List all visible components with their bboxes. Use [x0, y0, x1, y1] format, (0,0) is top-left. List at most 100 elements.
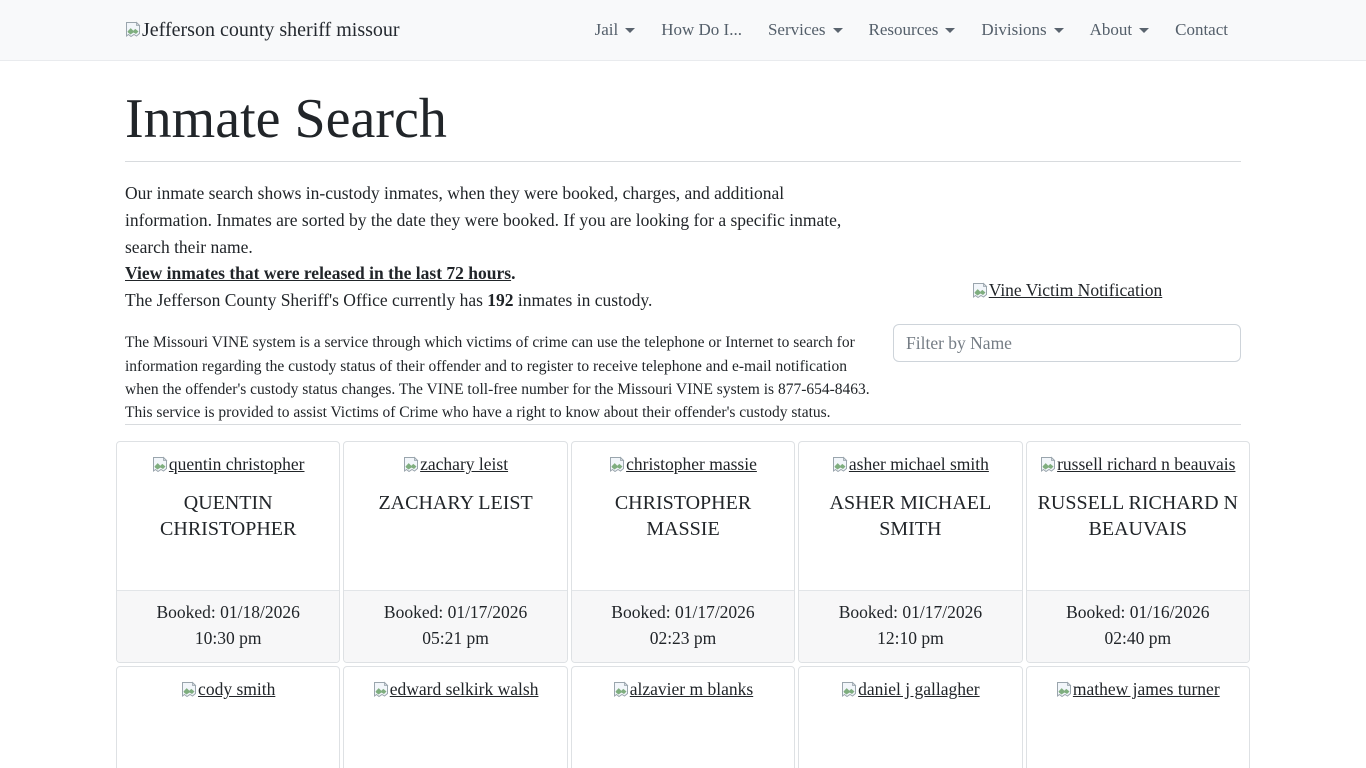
inmate-card-body: quentin christopher QUENTIN CHRISTOPHER	[117, 442, 339, 590]
inmate-card: russell richard n beauvais RUSSELL RICHA…	[1026, 441, 1250, 663]
nav-item-resources[interactable]: Resources	[856, 12, 969, 48]
inmate-photo-alt-text: edward selkirk walsh	[390, 679, 539, 700]
inmate-photo-alt-text: mathew james turner	[1073, 679, 1220, 700]
inmate-photo-link[interactable]: russell richard n beauvais	[1040, 454, 1235, 475]
inmate-photo-link[interactable]: edward selkirk walsh	[373, 679, 539, 700]
custody-line: The Jefferson County Sheriff's Office cu…	[125, 287, 873, 314]
nav-item-label: Resources	[869, 20, 939, 40]
inmate-card: alzavier m blanks	[571, 666, 795, 768]
broken-image-icon	[972, 282, 988, 298]
booked-time: 02:40 pm	[1031, 625, 1245, 651]
inmate-card-footer: Booked: 01/17/2026 05:21 pm	[344, 590, 566, 662]
brand-logo-alt-text: Jefferson county sheriff missour	[142, 19, 400, 42]
broken-image-icon	[609, 456, 625, 472]
booked-date: Booked: 01/17/2026	[576, 599, 790, 625]
broken-image-icon	[1040, 456, 1056, 472]
custody-suffix: inmates in custody.	[514, 290, 653, 310]
inmate-card-body: mathew james turner	[1027, 667, 1249, 768]
booked-time: 02:23 pm	[576, 625, 790, 651]
booked-date: Booked: 01/17/2026	[803, 599, 1017, 625]
chevron-down-icon	[1139, 28, 1149, 33]
inmate-card: mathew james turner	[1026, 666, 1250, 768]
inmate-photo-link[interactable]: asher michael smith	[832, 454, 989, 475]
inmate-photo-alt-text: quentin christopher	[169, 454, 305, 475]
inmate-photo-link[interactable]: zachary leist	[403, 454, 508, 475]
inmate-photo-link[interactable]: christopher massie	[609, 454, 757, 475]
inmate-card-footer: Booked: 01/18/2026 10:30 pm	[117, 590, 339, 662]
released-inmates-link[interactable]: View inmates that were released in the l…	[125, 263, 511, 283]
inmate-card: zachary leist ZACHARY LEIST Booked: 01/1…	[343, 441, 567, 663]
top-navbar: Jefferson county sheriff missour Jail Ho…	[0, 0, 1366, 61]
broken-image-icon	[403, 456, 419, 472]
inmate-cards-grid: quentin christopher QUENTIN CHRISTOPHER …	[116, 441, 1250, 768]
chevron-down-icon	[1054, 28, 1064, 33]
nav-item-how-do-i[interactable]: How Do I...	[648, 12, 755, 48]
broken-image-icon	[613, 681, 629, 697]
inmate-card-footer: Booked: 01/17/2026 12:10 pm	[799, 590, 1021, 662]
nav-item-label: How Do I...	[661, 20, 742, 40]
inmate-card-footer: Booked: 01/16/2026 02:40 pm	[1027, 590, 1249, 662]
inmate-photo-alt-text: christopher massie	[626, 454, 757, 475]
intro-paragraph: Our inmate search shows in-custody inmat…	[125, 180, 873, 260]
inmate-photo-link[interactable]: alzavier m blanks	[613, 679, 753, 700]
nav-item-contact[interactable]: Contact	[1162, 12, 1241, 48]
intro-column: Our inmate search shows in-custody inmat…	[125, 180, 873, 424]
inmate-card-body: daniel j gallagher	[799, 667, 1021, 768]
brand-logo-link[interactable]: Jefferson county sheriff missour	[125, 19, 400, 42]
inmate-card-body: asher michael smith ASHER MICHAEL SMITH	[799, 442, 1021, 590]
inmate-photo-alt-text: alzavier m blanks	[630, 679, 753, 700]
inmate-photo-link[interactable]: mathew james turner	[1056, 679, 1220, 700]
page-title: Inmate Search	[125, 87, 1241, 151]
custody-count: 192	[487, 290, 513, 310]
inmate-card: asher michael smith ASHER MICHAEL SMITH …	[798, 441, 1022, 663]
chevron-down-icon	[625, 28, 635, 33]
released-line: View inmates that were released in the l…	[125, 260, 873, 287]
vine-victim-notification-link[interactable]: Vine Victim Notification	[972, 280, 1163, 301]
broken-image-icon	[373, 681, 389, 697]
inmate-name: CHRISTOPHER MASSIE	[580, 490, 786, 542]
chevron-down-icon	[833, 28, 843, 33]
vine-link-alt-text: Vine Victim Notification	[989, 280, 1163, 301]
broken-image-icon	[125, 21, 141, 37]
nav-item-label: Divisions	[981, 20, 1046, 40]
booked-date: Booked: 01/17/2026	[348, 599, 562, 625]
inmate-name: ZACHARY LEIST	[352, 490, 558, 516]
inmate-photo-alt-text: asher michael smith	[849, 454, 989, 475]
booked-time: 12:10 pm	[803, 625, 1017, 651]
inmate-card-body: edward selkirk walsh	[344, 667, 566, 768]
inmate-card: cody smith	[116, 666, 340, 768]
inmate-photo-link[interactable]: cody smith	[181, 679, 275, 700]
nav-item-label: Jail	[595, 20, 619, 40]
nav-item-about[interactable]: About	[1077, 12, 1163, 48]
inmate-card-body: russell richard n beauvais RUSSELL RICHA…	[1027, 442, 1249, 590]
inmate-photo-link[interactable]: quentin christopher	[152, 454, 305, 475]
nav-item-label: Services	[768, 20, 826, 40]
inmate-photo-alt-text: zachary leist	[420, 454, 508, 475]
nav-menu: Jail How Do I... Services Resources Divi…	[582, 12, 1241, 48]
vine-paragraph: The Missouri VINE system is a service th…	[125, 331, 873, 424]
nav-item-label: Contact	[1175, 20, 1228, 40]
nav-item-jail[interactable]: Jail	[582, 12, 649, 48]
released-period: .	[511, 263, 515, 283]
nav-item-divisions[interactable]: Divisions	[968, 12, 1076, 48]
broken-image-icon	[152, 456, 168, 472]
broken-image-icon	[832, 456, 848, 472]
booked-time: 05:21 pm	[348, 625, 562, 651]
booked-time: 10:30 pm	[121, 625, 335, 651]
broken-image-icon	[181, 681, 197, 697]
inmate-name: ASHER MICHAEL SMITH	[807, 490, 1013, 542]
inmate-card: edward selkirk walsh	[343, 666, 567, 768]
divider	[125, 161, 1241, 162]
filter-by-name-input[interactable]	[893, 324, 1241, 362]
inmate-name: QUENTIN CHRISTOPHER	[125, 490, 331, 542]
inmate-card-body: alzavier m blanks	[572, 667, 794, 768]
nav-item-services[interactable]: Services	[755, 12, 856, 48]
sidebar-column: Vine Victim Notification	[893, 180, 1241, 424]
inmate-card-body: zachary leist ZACHARY LEIST	[344, 442, 566, 590]
nav-item-label: About	[1090, 20, 1133, 40]
booked-date: Booked: 01/18/2026	[121, 599, 335, 625]
inmate-card: daniel j gallagher	[798, 666, 1022, 768]
inmate-photo-link[interactable]: daniel j gallagher	[841, 679, 979, 700]
inmate-card-body: cody smith	[117, 667, 339, 768]
broken-image-icon	[841, 681, 857, 697]
